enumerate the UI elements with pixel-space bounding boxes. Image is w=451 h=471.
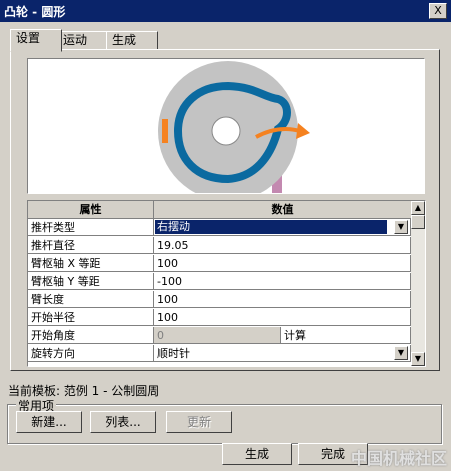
scroll-up-icon[interactable]: ▲: [411, 201, 425, 215]
scroll-thumb[interactable]: [411, 215, 425, 229]
table-row[interactable]: 臂长度 100: [28, 291, 411, 309]
calculate-option[interactable]: 计算: [281, 327, 411, 344]
table-row[interactable]: 推杆类型 右摆动 ▼: [28, 219, 411, 237]
property-value[interactable]: 100: [154, 291, 411, 308]
property-name: 开始角度: [28, 327, 154, 344]
property-grid: 属性 数值 推杆类型 右摆动 ▼ 推杆直径 19.05 臂枢轴 X 等距 100…: [27, 200, 426, 367]
property-name: 推杆直径: [28, 237, 154, 254]
start-angle-field: 0: [154, 327, 281, 344]
selected-value: 右摆动: [155, 220, 387, 234]
cam-diagram: [158, 61, 310, 193]
start-marker: [162, 119, 168, 143]
grid-scrollbar[interactable]: ▲ ▼: [411, 201, 425, 366]
table-row[interactable]: 旋转方向 顺时针 ▼: [28, 345, 411, 363]
property-value[interactable]: -100: [154, 273, 411, 290]
selected-value: 顺时针: [157, 347, 190, 360]
property-value[interactable]: 100: [154, 255, 411, 272]
property-name: 开始半径: [28, 309, 154, 326]
update-button[interactable]: 更新: [166, 411, 232, 433]
tab-settings[interactable]: 设置: [10, 29, 62, 52]
generate-button[interactable]: 生成: [222, 443, 292, 465]
property-name: 旋转方向: [28, 345, 154, 362]
table-row[interactable]: 臂枢轴 X 等距 100: [28, 255, 411, 273]
table-row[interactable]: 臂枢轴 Y 等距 -100: [28, 273, 411, 291]
table-row[interactable]: 开始角度 0 计算: [28, 327, 411, 345]
close-icon[interactable]: X: [429, 3, 447, 19]
chevron-down-icon[interactable]: ▼: [394, 220, 408, 234]
property-name: 推杆类型: [28, 219, 154, 236]
property-name: 臂枢轴 Y 等距: [28, 273, 154, 290]
watermark: 中国机械社区: [350, 449, 447, 468]
follower-type-select[interactable]: 右摆动 ▼: [154, 219, 411, 236]
property-name: 臂长度: [28, 291, 154, 308]
title-bar: 凸轮 - 圆形 X: [0, 0, 451, 22]
new-button[interactable]: 新建...: [16, 411, 82, 433]
column-header-property: 属性: [28, 201, 154, 219]
rotation-arrow-head: [296, 123, 310, 139]
property-name: 臂枢轴 X 等距: [28, 255, 154, 272]
window-title: 凸轮 - 圆形: [4, 5, 66, 19]
column-header-value: 数值: [154, 201, 412, 219]
table-row[interactable]: 开始半径 100: [28, 309, 411, 327]
tab-motion[interactable]: 运动: [57, 31, 109, 51]
scroll-down-icon[interactable]: ▼: [411, 352, 425, 366]
table-row[interactable]: 推杆直径 19.05: [28, 237, 411, 255]
cam-hub: [211, 116, 241, 146]
rotation-direction-select[interactable]: 顺时针 ▼: [154, 345, 411, 362]
chevron-down-icon[interactable]: ▼: [394, 346, 408, 360]
property-value[interactable]: 100: [154, 309, 411, 326]
property-value[interactable]: 19.05: [154, 237, 411, 254]
tab-generate[interactable]: 生成: [106, 31, 158, 51]
cam-preview: [27, 58, 425, 194]
list-button[interactable]: 列表...: [90, 411, 156, 433]
